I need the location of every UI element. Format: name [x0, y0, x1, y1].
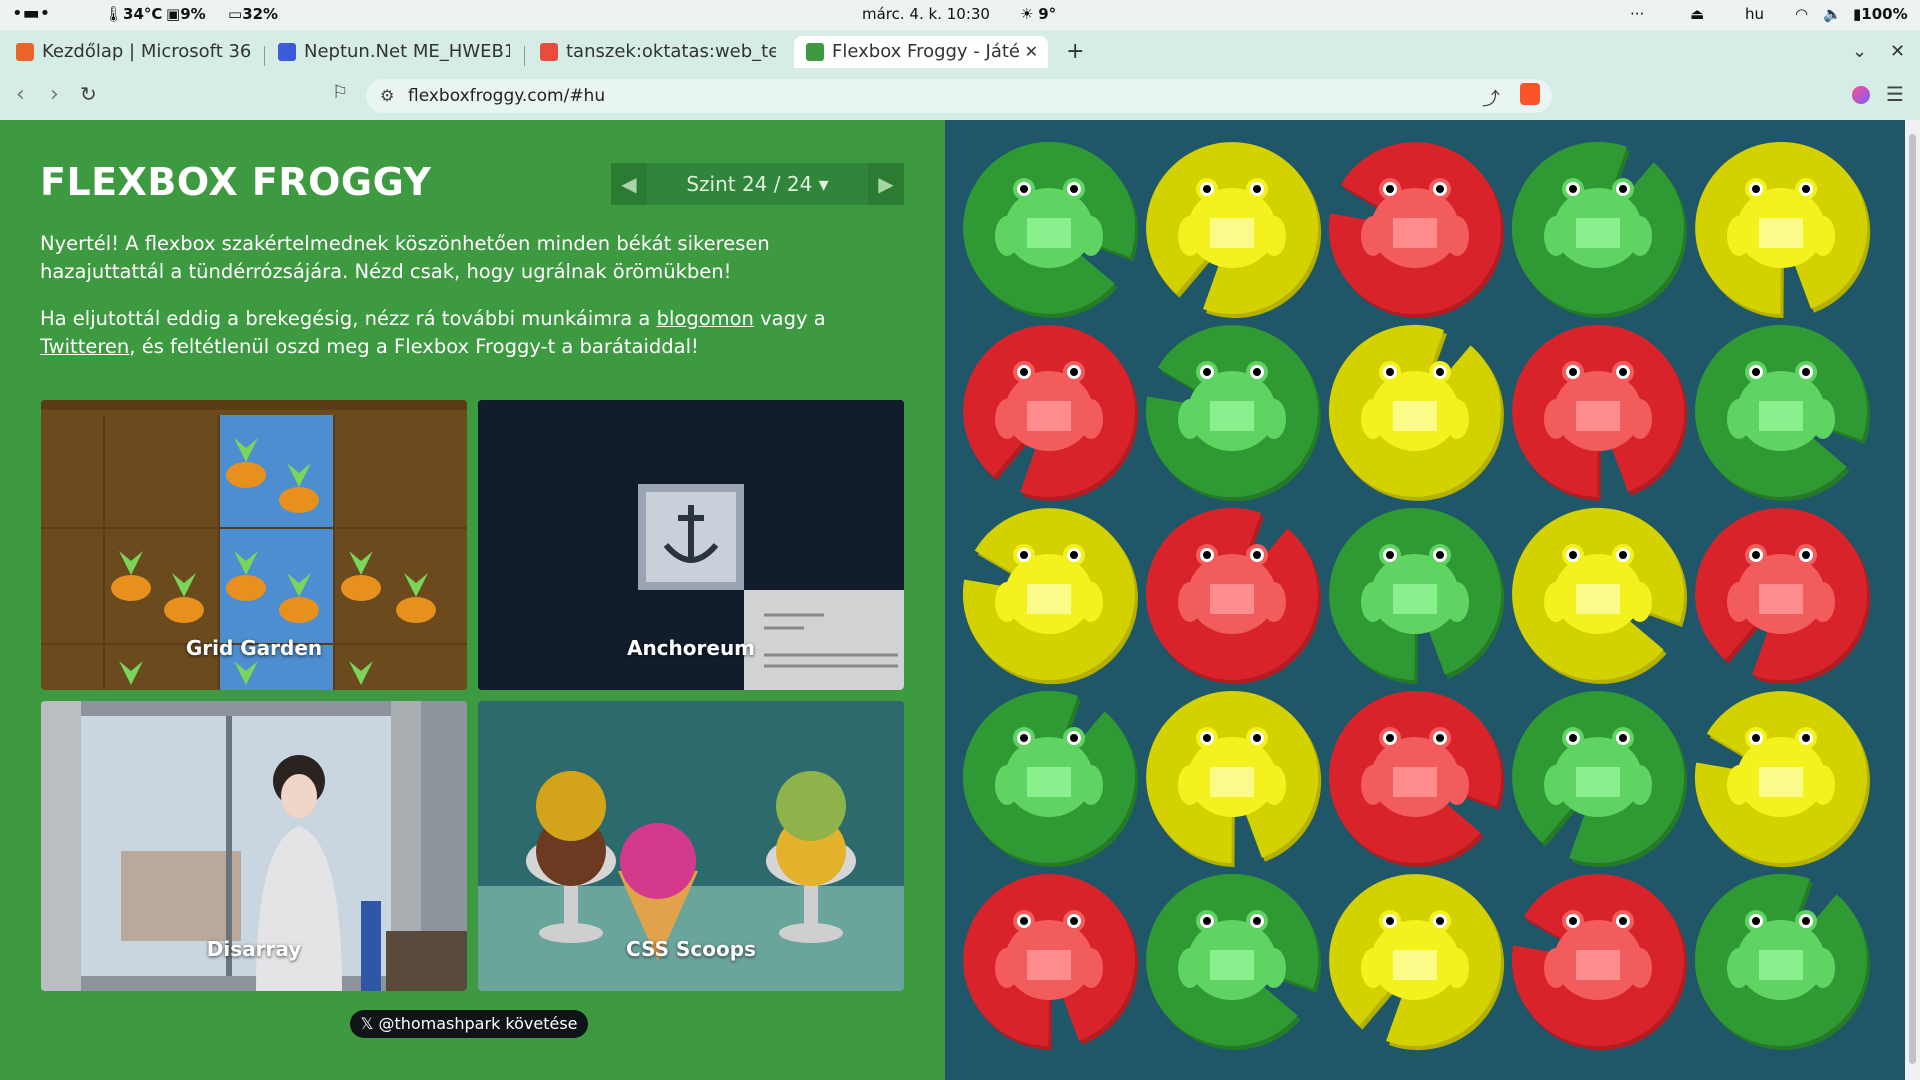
- wifi-icon: ◠: [1795, 5, 1809, 23]
- game-title: CSS Scoops: [626, 937, 756, 961]
- green-lilypad-frog: [1689, 319, 1873, 503]
- yellow-lilypad-frog: [1323, 319, 1507, 503]
- neptun-icon: [278, 43, 296, 61]
- close-tab-icon[interactable]: ✕: [1025, 36, 1038, 68]
- scrollbar[interactable]: [1905, 120, 1920, 1080]
- yellow-lilypad-frog: [1140, 136, 1324, 320]
- site-settings-icon[interactable]: ⚙: [380, 86, 394, 105]
- frog-icon: [806, 43, 824, 61]
- level-selector[interactable]: ◀ Szint 24 / 24 ▾ ▶: [611, 163, 904, 205]
- green-lilypad-frog: [1140, 868, 1324, 1052]
- tab-title: Flexbox Froggy - Játé: [832, 41, 1020, 62]
- tab-list-chevron-icon[interactable]: ⌄: [1852, 36, 1867, 68]
- green-lilypad-frog: [1323, 502, 1507, 686]
- yellow-lilypad-frog: [1506, 502, 1690, 686]
- yellow-lilypad-frog: [1323, 868, 1507, 1052]
- bookmark-icon[interactable]: ⚐: [332, 82, 348, 103]
- green-lilypad-frog: [1506, 136, 1690, 320]
- tab-bar: Kezdőlap | Microsoft 365 Neptun.Net ME_H…: [0, 30, 1920, 72]
- battery-small: ▭32%: [228, 5, 279, 23]
- app-dots-icon: •▬•: [12, 3, 51, 24]
- weather: ☀ 9°: [1020, 5, 1057, 23]
- red-lilypad-frog: [1323, 136, 1507, 320]
- more-dots: ···: [1630, 5, 1645, 23]
- tab-flexbox-froggy[interactable]: Flexbox Froggy - Játé ✕: [794, 36, 1048, 68]
- menu-icon[interactable]: ☰: [1886, 82, 1904, 106]
- battery: ▮100%: [1853, 5, 1908, 23]
- game-card-grid-garden[interactable]: Grid Garden: [41, 400, 467, 690]
- tab-neptun[interactable]: Neptun.Net ME_HWEB1: [278, 36, 510, 68]
- tanszek-icon: [540, 43, 558, 61]
- storage-status: ▣9%: [166, 5, 206, 23]
- eject-icon: ⏏: [1690, 5, 1705, 23]
- twitter-follow-button[interactable]: 𝕏 @thomashpark követése: [350, 1010, 588, 1038]
- logo: FLEXBOX FROGGY: [40, 160, 432, 204]
- instructions-panel: FLEXBOX FROGGY ◀ Szint 24 / 24 ▾ ▶ Nyert…: [0, 120, 945, 1080]
- red-lilypad-frog: [1506, 868, 1690, 1052]
- volume-icon: 🔈: [1823, 5, 1842, 23]
- temperature: 🌡34°C: [104, 5, 163, 23]
- tab-tanszek[interactable]: tanszek:oktatas:web_tec: [540, 36, 776, 68]
- blog-link[interactable]: blogomon: [657, 307, 754, 330]
- green-lilypad-frog: [957, 136, 1141, 320]
- tab-title: Kezdőlap | Microsoft 365: [42, 41, 252, 62]
- game-card-disarray[interactable]: Disarray: [41, 701, 467, 991]
- url-text: flexboxfroggy.com/#hu: [408, 86, 606, 106]
- yellow-lilypad-frog: [1689, 685, 1873, 869]
- green-lilypad-frog: [1506, 685, 1690, 869]
- brave-shield-icon[interactable]: [1520, 83, 1540, 105]
- forward-icon[interactable]: ›: [50, 82, 59, 107]
- reload-icon[interactable]: ↻: [80, 82, 97, 106]
- win-message: Nyertél! A flexbox szakértelmednek köszö…: [40, 232, 770, 283]
- green-lilypad-frog: [1689, 868, 1873, 1052]
- microsoft365-icon: [16, 43, 34, 61]
- tab-title: tanszek:oktatas:web_tec: [566, 41, 776, 62]
- pond: [945, 120, 1905, 1080]
- game-title: Grid Garden: [185, 636, 323, 660]
- game-title: Disarray: [206, 937, 302, 961]
- back-icon[interactable]: ‹: [16, 82, 25, 107]
- share-icon[interactable]: ⤴: [1482, 85, 1500, 111]
- prev-level-button[interactable]: ◀: [611, 163, 647, 205]
- twitter-link[interactable]: Twitteren: [40, 335, 129, 358]
- more-message: Ha eljutottál eddig a brekegésig, nézz r…: [40, 307, 826, 358]
- red-lilypad-frog: [1689, 502, 1873, 686]
- language: hu: [1745, 5, 1765, 23]
- green-lilypad-frog: [957, 685, 1141, 869]
- game-title: Anchoreum: [626, 636, 756, 660]
- level-indicator[interactable]: Szint 24 / 24 ▾: [647, 163, 868, 205]
- address-bar[interactable]: ⚙ flexboxfroggy.com/#hu ⤴: [366, 79, 1552, 113]
- red-lilypad-frog: [1506, 319, 1690, 503]
- yellow-lilypad-frog: [1689, 136, 1873, 320]
- game-card-anchoreum[interactable]: Anchoreum: [478, 400, 904, 690]
- brave-rewards-icon[interactable]: [1852, 86, 1870, 104]
- tab-title: Neptun.Net ME_HWEB1: [304, 41, 510, 62]
- red-lilypad-frog: [957, 319, 1141, 503]
- yellow-lilypad-frog: [957, 502, 1141, 686]
- tab-microsoft365[interactable]: Kezdőlap | Microsoft 365: [16, 36, 252, 68]
- system-status-bar: •▬• 🌡34°C ▣9% ▭32% márc. 4. k. 10:30 ☀ 9…: [0, 0, 1920, 30]
- yellow-lilypad-frog: [1140, 685, 1324, 869]
- navigation-bar: ‹ › ↻ ⚐ ⚙ flexboxfroggy.com/#hu ⤴ ☰: [0, 72, 1920, 120]
- game-card-css-scoops[interactable]: CSS Scoops: [478, 701, 904, 991]
- red-lilypad-frog: [1140, 502, 1324, 686]
- new-tab-button[interactable]: +: [1066, 36, 1084, 68]
- datetime: márc. 4. k. 10:30: [862, 5, 990, 23]
- next-level-button[interactable]: ▶: [868, 163, 904, 205]
- red-lilypad-frog: [957, 868, 1141, 1052]
- close-window-icon[interactable]: ✕: [1890, 36, 1905, 68]
- red-lilypad-frog: [1323, 685, 1507, 869]
- green-lilypad-frog: [1140, 319, 1324, 503]
